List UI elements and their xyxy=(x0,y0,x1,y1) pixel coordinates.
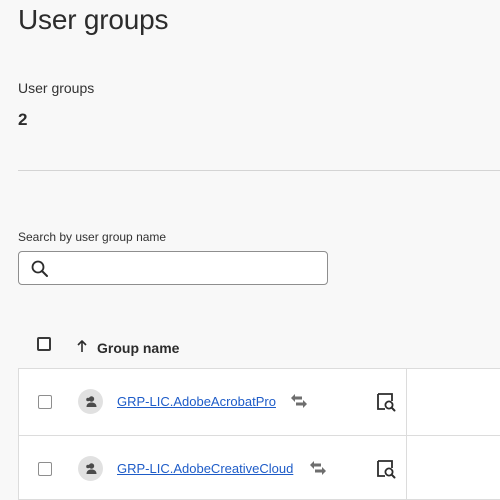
table-row: GRP-LIC.AdobeCreativeCloud xyxy=(19,435,500,500)
search-icon xyxy=(31,260,48,277)
view-details-icon[interactable] xyxy=(376,459,396,479)
user-groups-count-label: User groups xyxy=(18,80,95,96)
table-header: Group name xyxy=(18,330,500,366)
view-details-icon[interactable] xyxy=(376,392,396,412)
search-label: Search by user group name xyxy=(18,230,167,244)
table-row: GRP-LIC.AdobeAcrobatPro xyxy=(19,369,500,434)
user-groups-table: GRP-LIC.AdobeAcrobatPro GRP-LIC.AdobeCre… xyxy=(18,368,500,500)
user-groups-count-value: 2 xyxy=(18,110,28,129)
user-groups-page: User groups User groups 2 Search by user… xyxy=(0,0,500,500)
search-field[interactable] xyxy=(18,251,328,285)
group-name-link[interactable]: GRP-LIC.AdobeAcrobatPro xyxy=(117,394,276,409)
select-all-checkbox[interactable] xyxy=(37,337,51,351)
column-header-group-name[interactable]: Group name xyxy=(97,340,179,356)
group-name-link[interactable]: GRP-LIC.AdobeCreativeCloud xyxy=(117,461,293,476)
user-group-icon xyxy=(86,396,97,407)
arrow-up-icon[interactable] xyxy=(76,339,88,353)
row-checkbox[interactable] xyxy=(38,462,52,476)
sync-arrows-icon xyxy=(310,461,326,475)
user-group-icon xyxy=(86,463,97,474)
page-title: User groups xyxy=(18,4,169,35)
avatar xyxy=(78,456,103,481)
sync-arrows-icon xyxy=(291,394,307,408)
row-checkbox[interactable] xyxy=(38,395,52,409)
search-input[interactable] xyxy=(57,254,322,282)
avatar xyxy=(78,389,103,414)
section-divider xyxy=(18,170,500,171)
